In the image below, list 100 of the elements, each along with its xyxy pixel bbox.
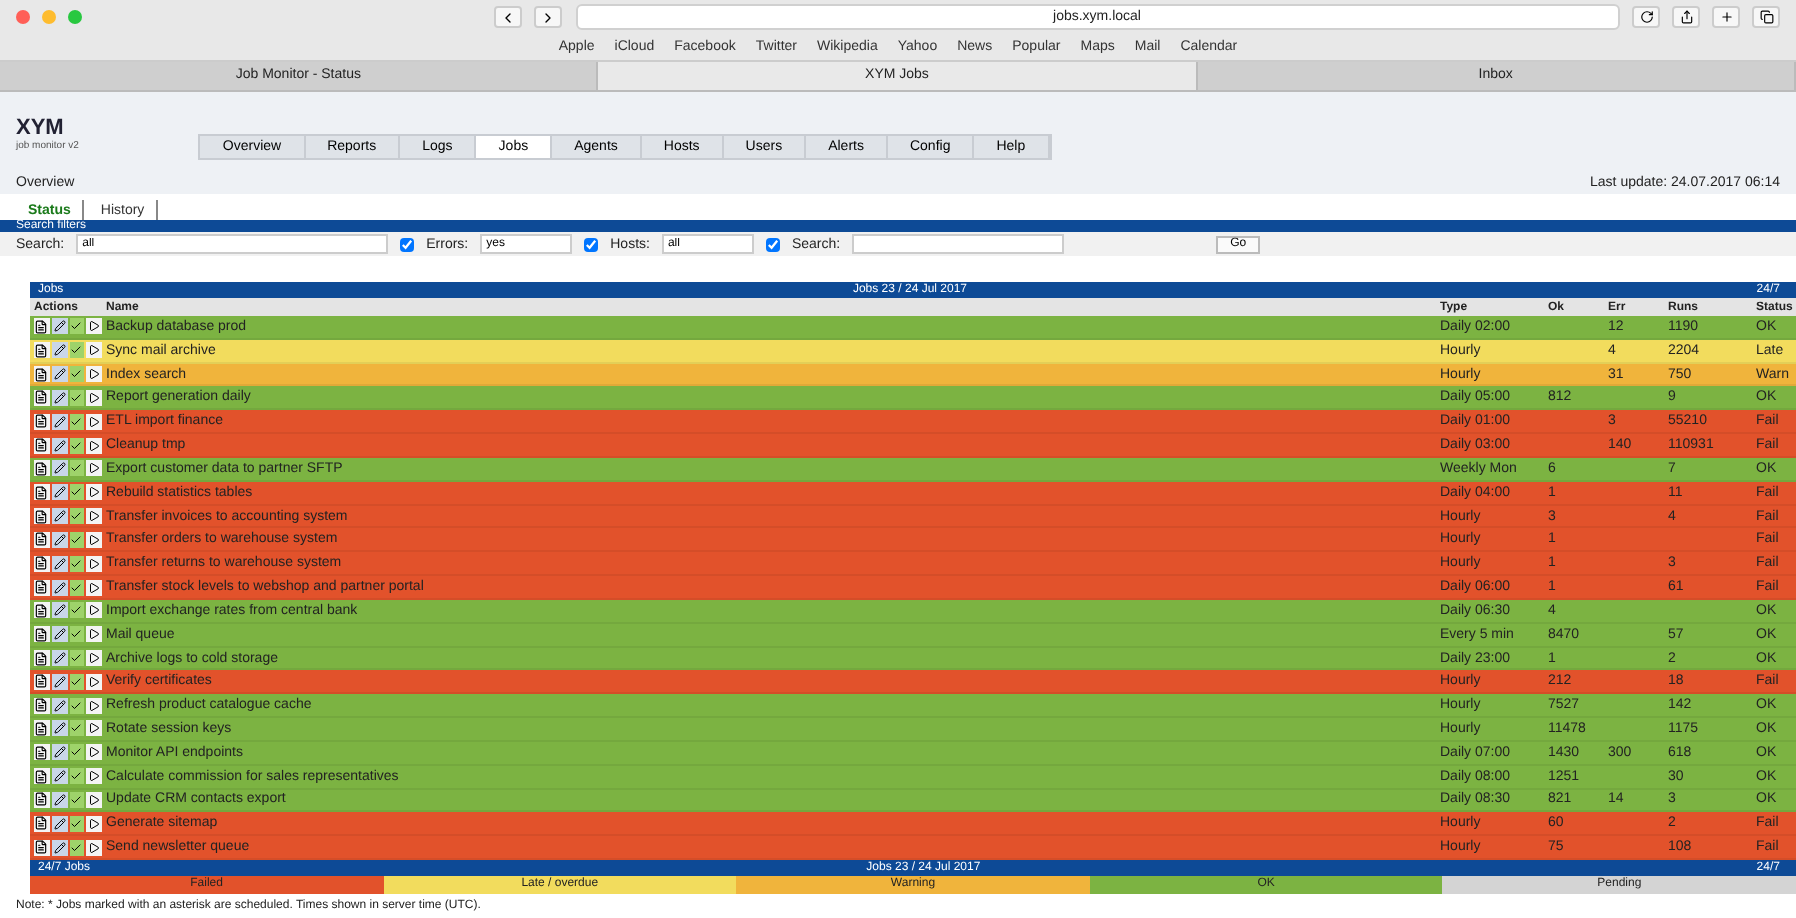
check-icon[interactable] bbox=[69, 460, 85, 477]
reload-button[interactable] bbox=[1632, 6, 1660, 28]
check-icon[interactable] bbox=[69, 318, 85, 335]
document-icon[interactable] bbox=[34, 602, 50, 619]
play-icon[interactable] bbox=[86, 389, 102, 406]
play-icon[interactable] bbox=[86, 484, 102, 501]
share-button[interactable] bbox=[1672, 6, 1700, 28]
check-icon[interactable] bbox=[69, 531, 85, 548]
play-icon[interactable] bbox=[86, 413, 102, 430]
play-icon[interactable] bbox=[86, 366, 102, 383]
pencil-icon[interactable] bbox=[51, 508, 67, 525]
check-icon[interactable] bbox=[69, 697, 85, 714]
play-icon[interactable] bbox=[86, 720, 102, 737]
play-icon[interactable] bbox=[86, 744, 102, 761]
document-icon[interactable] bbox=[34, 366, 50, 383]
check-icon[interactable] bbox=[69, 720, 85, 737]
filter-checkbox[interactable] bbox=[400, 237, 415, 251]
play-icon[interactable] bbox=[86, 460, 102, 477]
document-icon[interactable] bbox=[34, 626, 50, 643]
pencil-icon[interactable] bbox=[51, 720, 67, 737]
pencil-icon[interactable] bbox=[51, 366, 67, 383]
play-icon[interactable] bbox=[86, 815, 102, 832]
check-icon[interactable] bbox=[69, 602, 85, 619]
check-icon[interactable] bbox=[69, 342, 85, 359]
play-icon[interactable] bbox=[86, 318, 102, 335]
play-icon[interactable] bbox=[86, 437, 102, 454]
pencil-icon[interactable] bbox=[51, 815, 67, 832]
pencil-icon[interactable] bbox=[51, 484, 67, 501]
play-icon[interactable] bbox=[86, 673, 102, 690]
filter-checkbox[interactable] bbox=[584, 237, 599, 251]
pencil-icon[interactable] bbox=[51, 413, 67, 430]
pencil-icon[interactable] bbox=[51, 579, 67, 596]
pencil-icon[interactable] bbox=[51, 650, 67, 666]
check-icon[interactable] bbox=[69, 815, 85, 832]
document-icon[interactable] bbox=[34, 650, 50, 666]
pencil-icon[interactable] bbox=[51, 626, 67, 643]
pencil-icon[interactable] bbox=[51, 389, 67, 406]
document-icon[interactable] bbox=[34, 413, 50, 430]
pencil-icon[interactable] bbox=[51, 460, 67, 477]
document-icon[interactable] bbox=[34, 720, 50, 737]
document-icon[interactable] bbox=[34, 744, 50, 761]
document-icon[interactable] bbox=[34, 839, 50, 856]
document-icon[interactable] bbox=[34, 768, 50, 785]
play-icon[interactable] bbox=[86, 791, 102, 808]
check-icon[interactable] bbox=[69, 626, 85, 643]
document-icon[interactable] bbox=[34, 791, 50, 808]
back-button[interactable] bbox=[494, 6, 522, 28]
pencil-icon[interactable] bbox=[51, 555, 67, 572]
play-icon[interactable] bbox=[86, 579, 102, 596]
forward-button[interactable] bbox=[534, 6, 562, 28]
check-icon[interactable] bbox=[69, 673, 85, 690]
document-icon[interactable] bbox=[34, 815, 50, 832]
play-icon[interactable] bbox=[86, 839, 102, 856]
pencil-icon[interactable] bbox=[51, 673, 67, 690]
check-icon[interactable] bbox=[69, 437, 85, 454]
pencil-icon[interactable] bbox=[51, 602, 67, 619]
document-icon[interactable] bbox=[34, 389, 50, 406]
document-icon[interactable] bbox=[34, 508, 50, 525]
check-icon[interactable] bbox=[69, 791, 85, 808]
check-icon[interactable] bbox=[69, 508, 85, 525]
document-icon[interactable] bbox=[34, 484, 50, 501]
document-icon[interactable] bbox=[34, 437, 50, 454]
document-icon[interactable] bbox=[34, 342, 50, 359]
tabs-button[interactable] bbox=[1752, 6, 1780, 28]
check-icon[interactable] bbox=[69, 484, 85, 501]
check-icon[interactable] bbox=[69, 389, 85, 406]
pencil-icon[interactable] bbox=[51, 839, 67, 856]
pencil-icon[interactable] bbox=[51, 531, 67, 548]
play-icon[interactable] bbox=[86, 602, 102, 619]
check-icon[interactable] bbox=[69, 366, 85, 383]
document-icon[interactable] bbox=[34, 697, 50, 714]
pencil-icon[interactable] bbox=[51, 791, 67, 808]
check-icon[interactable] bbox=[69, 744, 85, 761]
check-icon[interactable] bbox=[69, 579, 85, 596]
check-icon[interactable] bbox=[69, 650, 85, 666]
pencil-icon[interactable] bbox=[51, 437, 67, 454]
filter-checkbox[interactable] bbox=[765, 237, 780, 251]
check-icon[interactable] bbox=[69, 413, 85, 430]
document-icon[interactable] bbox=[34, 579, 50, 596]
pencil-icon[interactable] bbox=[51, 318, 67, 335]
play-icon[interactable] bbox=[86, 508, 102, 525]
play-icon[interactable] bbox=[86, 768, 102, 785]
check-icon[interactable] bbox=[69, 555, 85, 572]
check-icon[interactable] bbox=[69, 768, 85, 785]
document-icon[interactable] bbox=[34, 531, 50, 548]
play-icon[interactable] bbox=[86, 697, 102, 714]
play-icon[interactable] bbox=[86, 650, 102, 666]
pencil-icon[interactable] bbox=[51, 768, 67, 785]
document-icon[interactable] bbox=[34, 673, 50, 690]
document-icon[interactable] bbox=[34, 460, 50, 477]
play-icon[interactable] bbox=[86, 626, 102, 643]
play-icon[interactable] bbox=[86, 531, 102, 548]
document-icon[interactable] bbox=[34, 555, 50, 572]
document-icon[interactable] bbox=[34, 318, 50, 335]
filter-field[interactable] bbox=[852, 234, 1065, 254]
check-icon[interactable] bbox=[69, 839, 85, 856]
play-icon[interactable] bbox=[86, 555, 102, 572]
play-icon[interactable] bbox=[86, 342, 102, 359]
pencil-icon[interactable] bbox=[51, 342, 67, 359]
pencil-icon[interactable] bbox=[51, 697, 67, 714]
